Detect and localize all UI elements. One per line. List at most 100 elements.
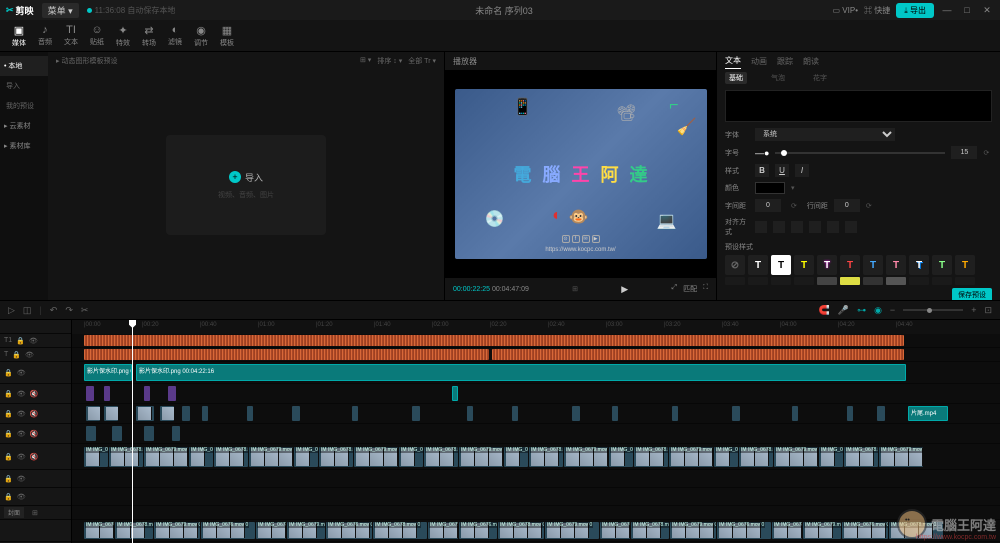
redo-button[interactable]: ↷ [65,305,73,316]
overlay-clip[interactable]: 影片保水印.png 00:04:22:16 [136,364,906,381]
preset-sub[interactable] [932,277,952,285]
video-clip[interactable]: IM IMG_0678.mov 0 [424,447,458,467]
small-clip[interactable] [104,406,118,421]
video-clip[interactable]: IM IMG_0678.mov 0 [214,447,248,467]
track-header-t1[interactable]: T1🔒👁 [0,334,71,348]
preset-7[interactable]: T [886,255,906,275]
ptab-anim[interactable]: 动画 [751,54,767,69]
color-picker[interactable] [755,182,785,194]
video-clip[interactable]: IM IMG_0679.mov 0 [774,447,818,467]
small-clip[interactable] [877,406,885,421]
video-clip[interactable]: IM IMG_0679.mov 0 [879,447,923,467]
preset-sub[interactable] [817,277,837,285]
small-clip[interactable] [136,406,154,421]
video-clip[interactable]: IM IMG_0678.mov 0 [844,447,878,467]
video-clip[interactable]: IM IMG_0676.mov 0 [84,447,108,467]
playhead[interactable] [132,320,133,543]
pstab-bubble[interactable]: 气泡 [767,72,789,84]
small-clip[interactable] [86,386,94,401]
track-header-v4[interactable]: 🔒👁🔇 [0,384,71,404]
video-clip[interactable]: IM IMG_0679.mov 0 [154,522,200,539]
sidenav-local[interactable]: • 本地 [0,56,48,76]
small-clip[interactable] [144,426,154,441]
video-clip[interactable]: IM IMG_0679.mov 0 [144,447,188,467]
track-header-a1[interactable]: 🔒👁 [0,470,71,488]
vip-badge[interactable]: ▭ VIP• [833,6,859,15]
video-clip[interactable]: IM IMG_0679.mov 0 [428,522,458,539]
pointer-tool[interactable]: ▷ [8,305,15,316]
zoom-slider[interactable] [903,309,963,311]
video-preview[interactable]: 📱 📽 ⌐ 🧹 💿 ◖ 🐵 💻 電 腦 王 阿 達 ⊙f✉▶ [455,89,707,259]
small-clip[interactable] [86,426,96,441]
preset-sub[interactable] [886,277,906,285]
preset-8[interactable]: T [909,255,929,275]
video-clip[interactable]: IM IMG_0678.mov 0 [529,447,563,467]
track-header-b1[interactable] [0,520,71,542]
size-input[interactable] [951,146,977,159]
video-clip[interactable]: IM IMG_0676.mov 0 [326,522,372,539]
video-clip[interactable]: IM IMG_0678.mov 0 [739,447,773,467]
pstab-basic[interactable]: 基础 [725,72,747,84]
video-clip[interactable]: IM IMG_0678.mov 0 [256,522,286,539]
small-clip[interactable] [352,406,358,421]
track-v4[interactable] [72,384,1000,404]
shortcut-button[interactable]: ⌘ 快捷 [864,3,890,17]
preset-1[interactable]: T [748,255,768,275]
sidenav-library[interactable]: ▸ 素材库 [0,136,48,156]
video-clip[interactable]: IM IMG_0676.mov 0 [717,522,771,539]
preset-sub[interactable] [748,277,768,285]
small-clip[interactable] [512,406,518,421]
overlay-clip[interactable]: 影片保水印.png 000 [84,364,132,381]
timeline-ruler[interactable]: |00:00|00:20|00:40|01:00|01:20|01:40|02:… [72,320,1000,334]
track-a1[interactable] [72,470,1000,488]
track-cover[interactable] [72,506,1000,520]
track-a2[interactable] [72,488,1000,506]
preset-sub[interactable] [909,277,929,285]
small-clip[interactable] [452,386,458,401]
sidenav-presets[interactable]: 我的预设 [0,96,48,116]
track-header-v1[interactable]: 🔒👁🔇 [0,444,71,470]
video-clip[interactable]: IM IMG_0679.mov 0 [803,522,841,539]
track-header-t2[interactable]: T🔒👁 [0,348,71,362]
italic-button[interactable]: I [795,164,809,177]
video-clip[interactable]: IM IMG_0679.mov 0 [459,447,503,467]
track-v3[interactable]: 片尾.mp4 [72,404,1000,424]
video-clip[interactable]: IM IMG_0679.mov 0 [249,447,293,467]
maximize-button[interactable]: □ [960,3,974,17]
track-v1[interactable]: IM IMG_0676.mov 0IM IMG_0678.mov 0IM IMG… [72,444,1000,470]
video-clip[interactable]: IM IMG_0678.mov 0 [115,522,153,539]
minimize-button[interactable]: — [940,3,954,17]
select-tool[interactable]: ◫ [23,305,32,316]
preset-sub[interactable] [725,277,745,285]
small-clip[interactable] [182,406,190,421]
audio-clip[interactable] [84,349,489,359]
view-toggle[interactable]: ⊞ ▾ [360,56,371,66]
ratio-button[interactable]: 匹配 [683,284,697,294]
video-clip[interactable]: IM IMG_0679.mov 0 [287,522,325,539]
track-header-cover[interactable]: 封面⊞ [0,506,71,520]
menu-button[interactable]: 菜单 ▾ [42,3,79,18]
ptab-read[interactable]: 朗读 [803,54,819,69]
video-clip[interactable]: IM IMG_0676.mov 0 [459,522,497,539]
ptab-track[interactable]: 跟踪 [777,54,793,69]
video-clip[interactable]: IM IMG_0678.mov 0 [889,522,943,539]
small-clip[interactable] [467,406,473,421]
small-clip[interactable] [672,406,678,421]
tab-transition[interactable]: ⇄转场 [136,22,162,50]
save-preset-button[interactable]: 保存预设 [952,288,992,300]
video-clip[interactable]: IM IMG_0676.mov 0 [504,447,528,467]
grid-icon[interactable]: ⊞ [572,285,578,293]
track-header-v5[interactable]: 🔒👁 [0,362,71,384]
preset-3[interactable]: T [794,255,814,275]
undo-button[interactable]: ↶ [50,305,58,316]
small-clip[interactable] [847,406,853,421]
tab-effect[interactable]: ✦特效 [110,22,136,50]
export-button[interactable]: ⤓ 导出 [896,3,934,18]
small-clip[interactable] [104,386,110,401]
small-clip[interactable] [292,406,300,421]
video-clip[interactable]: IM IMG_0679.mov 0 [564,447,608,467]
video-clip[interactable]: IM IMG_0676.mov 0 [189,447,213,467]
video-clip[interactable]: IM IMG_0676.mov 0 [609,447,633,467]
audio-clip[interactable] [84,335,904,345]
letter-spacing-input[interactable] [755,199,781,212]
